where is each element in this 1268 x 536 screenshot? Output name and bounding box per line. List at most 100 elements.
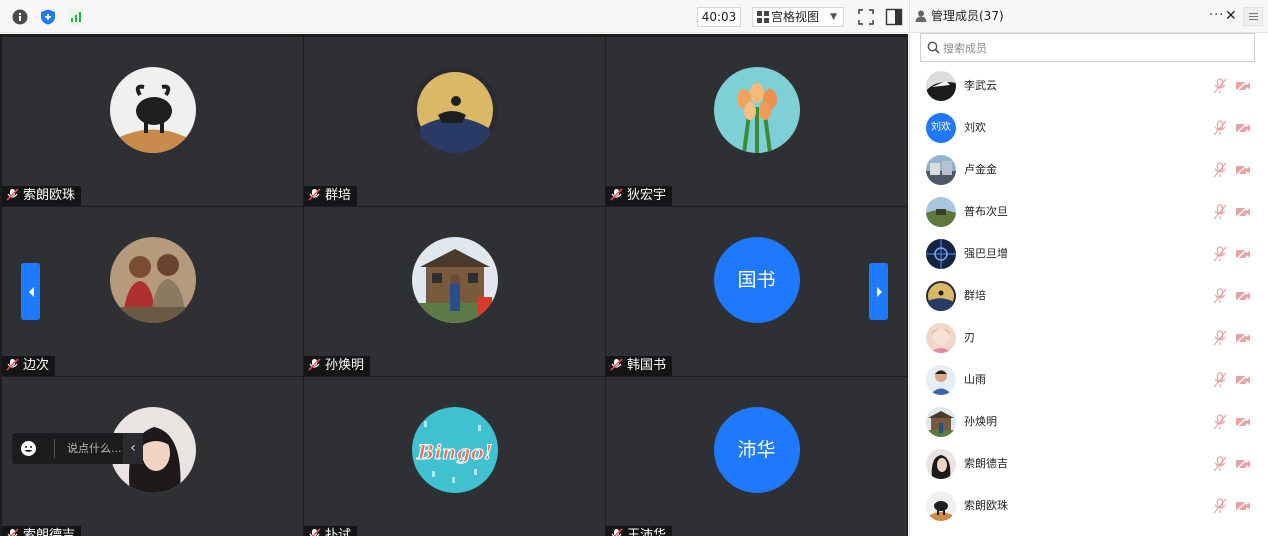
signal-icon[interactable] [68,9,84,25]
member-name: 李武云 [964,79,997,92]
list-item[interactable]: 强巴旦增 [910,233,1268,275]
camera-off-icon[interactable] [1235,290,1251,302]
top-toolbar: 40:03 宫格视图 ▼ [0,0,908,33]
muted-mic-icon [6,188,19,201]
member-name: 强巴旦增 [964,247,1008,260]
participant-name-label: 索朗欧珠 [2,186,82,206]
member-panel-title: 管理成员(37) [915,0,1004,33]
participant-name-label: 狄宏宇 [606,186,673,206]
member-list: 李武云 刘欢 刘欢 卢金金 普布次旦 强巴旦增 群培 刃 山雨 孙焕明 索朗德吉… [910,65,1268,536]
list-item[interactable]: 李武云 [910,65,1268,107]
participant-name-label: 王沛华 [606,526,673,536]
participant-name-label: 群培 [304,186,358,206]
video-tile[interactable]: 群培 [304,37,605,206]
member-name: 孙焕明 [964,415,997,428]
muted-mic-icon[interactable] [1213,288,1227,304]
video-tile[interactable]: 索朗欧珠 [2,37,303,206]
video-tile[interactable]: 狄宏宇 [606,37,907,206]
camera-off-icon[interactable] [1235,374,1251,386]
member-search [920,33,1255,62]
participant-avatar [713,67,800,153]
muted-mic-icon[interactable] [1213,372,1227,388]
muted-mic-icon[interactable] [1213,120,1227,136]
muted-mic-icon [611,528,623,536]
participant-avatar [109,67,196,153]
list-item[interactable]: 普布次旦 [910,191,1268,233]
muted-mic-icon[interactable] [1213,414,1227,430]
chevron-down-icon: ▼ [830,12,837,22]
list-item[interactable]: 山雨 [910,359,1268,401]
muted-mic-icon[interactable] [1213,204,1227,220]
camera-off-icon[interactable] [1235,500,1251,512]
video-tile[interactable]: 孙焕明 [304,207,605,376]
member-name: 普布次旦 [964,205,1008,218]
camera-off-icon[interactable] [1235,248,1251,260]
list-item[interactable]: 刘欢 刘欢 [910,107,1268,149]
camera-off-icon[interactable] [1235,206,1251,218]
camera-off-icon[interactable] [1235,416,1251,428]
next-page-button[interactable] [869,263,888,320]
member-name: 刘欢 [964,121,986,134]
camera-off-icon[interactable] [1235,80,1251,92]
muted-mic-icon[interactable] [1213,246,1227,262]
muted-mic-icon[interactable] [1213,78,1227,94]
shield-icon[interactable] [40,9,56,25]
camera-off-icon[interactable] [1235,122,1251,134]
emoji-icon[interactable] [20,440,37,457]
close-panel-button[interactable]: ✕ [1225,0,1237,33]
muted-mic-icon [7,528,19,536]
muted-mic-icon [309,528,321,536]
member-avatar-initials: 刘欢 [926,113,956,143]
list-item[interactable]: 群培 [910,275,1268,317]
participant-avatar [411,67,498,153]
video-tile[interactable]: 沛华 王沛华 [606,377,907,536]
view-mode-dropdown[interactable]: 宫格视图 ▼ [752,7,844,27]
participant-avatar: Bingo! [411,407,498,493]
member-search-input[interactable] [943,38,1243,58]
participant-avatar-initials: 国书 [713,237,800,323]
member-avatar [926,449,956,479]
muted-mic-icon[interactable] [1213,162,1227,178]
member-name: 山雨 [964,373,986,386]
camera-off-icon[interactable] [1235,332,1251,344]
chat-input[interactable]: 说点什么... ‹ [12,433,143,464]
camera-off-icon[interactable] [1235,458,1251,470]
participant-name-label: 边次 [2,356,56,376]
muted-mic-icon [610,358,623,371]
participant-name-label: 孙焕明 [304,356,371,376]
member-panel: 管理成员(37) ··· ✕ 李武云 [909,0,1268,536]
video-tile[interactable]: Bingo! 扑试 [304,377,605,536]
member-avatar [926,239,956,269]
video-tile[interactable]: 边次 [2,207,303,376]
muted-mic-icon[interactable] [1213,330,1227,346]
chat-placeholder: 说点什么... [67,442,122,455]
list-item[interactable]: 卢金金 [910,149,1268,191]
list-item[interactable]: 索朗欧珠 [910,485,1268,527]
sidebar-layout-icon[interactable] [884,7,904,27]
chat-divider [54,439,55,458]
member-name: 群培 [964,289,986,302]
list-item[interactable]: 索朗德吉 [910,443,1268,485]
chevron-left-icon[interactable]: ‹ [123,433,143,464]
fullscreen-icon[interactable] [856,7,876,27]
member-name: 索朗德吉 [964,457,1008,470]
menu-icon[interactable] [1243,7,1263,26]
user-icon [915,10,927,22]
more-options-button[interactable]: ··· [1209,0,1224,31]
svg-text:Bingo!: Bingo! [416,440,492,464]
member-name: 卢金金 [964,163,997,176]
video-tile[interactable]: 国书 韩国书 [606,207,907,376]
view-mode-label: 宫格视图 [771,10,820,24]
member-avatar [926,197,956,227]
info-icon[interactable] [12,9,28,25]
list-item[interactable]: 孙焕明 [910,401,1268,443]
camera-off-icon[interactable] [1235,164,1251,176]
muted-mic-icon [610,188,623,201]
muted-mic-icon[interactable] [1213,456,1227,472]
member-avatar [926,281,956,311]
member-avatar [926,365,956,395]
previous-page-button[interactable] [21,263,40,320]
search-icon [927,41,940,54]
muted-mic-icon[interactable] [1213,498,1227,514]
list-item[interactable]: 刃 [910,317,1268,359]
